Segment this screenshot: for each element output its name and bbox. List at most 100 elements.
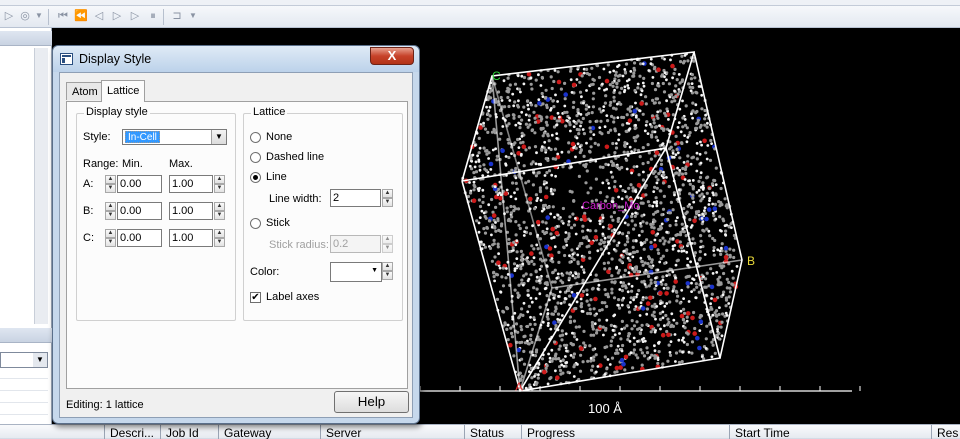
pause-icon[interactable]: ⏸ bbox=[146, 9, 160, 23]
atom bbox=[484, 169, 489, 173]
help-button[interactable]: Help bbox=[334, 391, 409, 413]
range-b-max-input[interactable]: 1.00 bbox=[169, 202, 213, 220]
spin-down-icon[interactable]: ▼ bbox=[214, 238, 225, 247]
dashed-line-radio-label[interactable]: Dashed line bbox=[266, 151, 324, 163]
none-radio-label[interactable]: None bbox=[266, 131, 292, 143]
range-c-min-spinner[interactable]: ▲ ▼ bbox=[105, 229, 116, 247]
spin-up-icon[interactable]: ▲ bbox=[214, 202, 225, 211]
atom bbox=[645, 346, 649, 350]
tab-atom[interactable]: Atom bbox=[66, 82, 104, 100]
col-header-result[interactable]: Res bbox=[931, 425, 960, 439]
dialog-title-bar[interactable]: Display Style X bbox=[53, 46, 419, 72]
spin-up-icon[interactable]: ▲ bbox=[382, 235, 393, 244]
atom bbox=[576, 142, 580, 146]
label-axes-label[interactable]: Label axes bbox=[266, 291, 319, 303]
atom bbox=[516, 291, 520, 295]
range-b-min-spinner[interactable]: ▲ ▼ bbox=[105, 202, 116, 220]
line-radio-label[interactable]: Line bbox=[266, 171, 287, 183]
atom bbox=[702, 275, 705, 279]
atom bbox=[653, 287, 657, 291]
atom bbox=[552, 105, 556, 109]
spin-up-icon[interactable]: ▲ bbox=[105, 175, 116, 184]
atom bbox=[666, 286, 670, 290]
atom bbox=[494, 205, 498, 209]
spin-down-icon[interactable]: ▼ bbox=[382, 198, 393, 207]
line-radio[interactable] bbox=[250, 172, 261, 183]
col-header-status[interactable]: Status bbox=[464, 425, 521, 439]
tab-lattice[interactable]: Lattice bbox=[101, 80, 146, 102]
range-b-max-spinner[interactable]: ▲ ▼ bbox=[214, 202, 225, 220]
spin-down-icon[interactable]: ▼ bbox=[382, 271, 393, 280]
col-header-start-time[interactable]: Start Time bbox=[729, 425, 931, 439]
dashed-line-radio[interactable] bbox=[250, 152, 261, 163]
spin-down-icon[interactable]: ▼ bbox=[214, 184, 225, 193]
col-header-server[interactable]: Server bbox=[320, 425, 464, 439]
atom bbox=[650, 114, 655, 118]
atom bbox=[620, 349, 624, 353]
col-header-job-id[interactable]: Job Id bbox=[160, 425, 218, 439]
atom bbox=[691, 193, 695, 197]
col-header-progress[interactable]: Progress bbox=[521, 425, 729, 439]
chevron-down-icon[interactable]: ▼ bbox=[211, 130, 226, 144]
dropdown-arrow-icon[interactable]: ▼ bbox=[32, 9, 46, 23]
spin-up-icon[interactable]: ▲ bbox=[105, 229, 116, 238]
atom bbox=[674, 263, 678, 267]
spin-down-icon[interactable]: ▼ bbox=[105, 184, 116, 193]
style-select[interactable]: In-Cell ▼ bbox=[122, 129, 227, 145]
spin-up-icon[interactable]: ▲ bbox=[382, 262, 393, 271]
stick-radio-label[interactable]: Stick bbox=[266, 217, 290, 229]
range-c-max-spinner[interactable]: ▲ ▼ bbox=[214, 229, 225, 247]
color-select[interactable]: ▼ bbox=[330, 262, 382, 282]
label-axes-checkbox[interactable]: ✔ bbox=[250, 292, 261, 303]
atom bbox=[542, 131, 546, 135]
first-frame-icon[interactable]: ⏮ bbox=[56, 9, 70, 23]
atom bbox=[717, 200, 721, 204]
range-b-min-input[interactable]: 0.00 bbox=[117, 202, 162, 220]
stick-radius-spinner[interactable]: ▲ ▼ bbox=[382, 235, 393, 253]
atom bbox=[697, 258, 702, 262]
spin-down-icon[interactable]: ▼ bbox=[105, 238, 116, 247]
record-icon[interactable]: ◎ bbox=[18, 9, 32, 23]
range-a-min-input[interactable]: 0.00 bbox=[117, 175, 162, 193]
spin-down-icon[interactable]: ▼ bbox=[214, 211, 225, 220]
play-icon[interactable]: ▷ bbox=[2, 9, 16, 23]
spin-up-icon[interactable]: ▲ bbox=[105, 202, 116, 211]
range-c-max-input[interactable]: 1.00 bbox=[169, 229, 213, 247]
atom bbox=[559, 302, 563, 305]
line-width-spinner[interactable]: ▲ ▼ bbox=[382, 189, 393, 207]
stick-radius-input[interactable]: 0.2 bbox=[330, 235, 381, 253]
atom bbox=[598, 107, 602, 111]
line-width-input[interactable]: 2 bbox=[330, 189, 381, 207]
spin-down-icon[interactable]: ▼ bbox=[382, 244, 393, 253]
none-radio[interactable] bbox=[250, 132, 261, 143]
scrollbar[interactable] bbox=[34, 48, 48, 324]
range-a-max-input[interactable]: 1.00 bbox=[169, 175, 213, 193]
next-frame-icon[interactable]: ▷ bbox=[128, 9, 142, 23]
col-header-gateway[interactable]: Gateway bbox=[218, 425, 320, 439]
atom bbox=[544, 281, 548, 285]
atom bbox=[645, 307, 650, 311]
chevron-down-icon[interactable]: ▼ bbox=[371, 267, 378, 274]
range-a-min-spinner[interactable]: ▲ ▼ bbox=[105, 175, 116, 193]
atom bbox=[518, 341, 522, 345]
step-forward-icon[interactable]: ▷ bbox=[110, 9, 124, 23]
range-c-min-input[interactable]: 0.00 bbox=[117, 229, 162, 247]
color-spinner[interactable]: ▲ ▼ bbox=[382, 262, 393, 280]
spin-up-icon[interactable]: ▲ bbox=[214, 229, 225, 238]
spin-up-icon[interactable]: ▲ bbox=[382, 189, 393, 198]
spin-down-icon[interactable]: ▼ bbox=[105, 211, 116, 220]
loop-icon[interactable]: ⊐ bbox=[170, 9, 184, 23]
panel-combo[interactable]: ▼ bbox=[0, 352, 48, 368]
atom bbox=[636, 356, 640, 360]
stick-radio[interactable] bbox=[250, 218, 261, 229]
spin-up-icon[interactable]: ▲ bbox=[214, 175, 225, 184]
range-a-max-spinner[interactable]: ▲ ▼ bbox=[214, 175, 225, 193]
atom bbox=[516, 264, 519, 267]
col-header-description[interactable]: Descri... bbox=[104, 425, 160, 439]
close-button[interactable]: X bbox=[370, 47, 414, 65]
atom bbox=[507, 155, 511, 160]
dropdown-arrow-icon[interactable]: ▼ bbox=[186, 9, 200, 23]
prev-frame-icon[interactable]: ⏪ bbox=[74, 9, 88, 23]
step-back-icon[interactable]: ◁ bbox=[92, 9, 106, 23]
atom bbox=[484, 149, 488, 153]
